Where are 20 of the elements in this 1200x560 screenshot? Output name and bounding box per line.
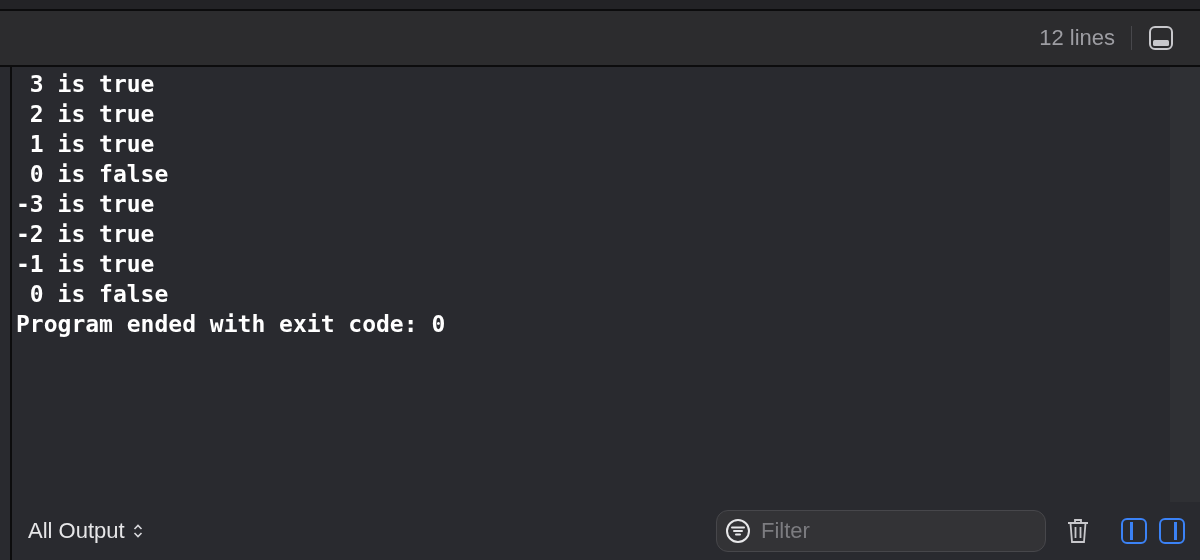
chevron-icon <box>132 523 143 539</box>
filter-icon <box>725 518 751 544</box>
output-line: -2 is true <box>16 220 155 249</box>
scroll-bar[interactable] <box>1170 67 1200 502</box>
output-selector[interactable]: All Output <box>28 518 143 544</box>
split-right-icon[interactable] <box>1158 517 1186 545</box>
output-line: Program ended with exit code: 0 <box>16 310 446 339</box>
output-line: -1 is true <box>16 250 155 279</box>
panel-toggle-icon[interactable] <box>1148 25 1174 51</box>
split-left-icon[interactable] <box>1120 517 1148 545</box>
filter-input[interactable]: Filter <box>759 517 1037 545</box>
output-line: -3 is true <box>16 190 155 219</box>
output-line: 2 is true <box>28 100 155 129</box>
output-line: 3 is true <box>28 70 155 99</box>
filter-field[interactable]: Filter <box>716 510 1046 552</box>
trash-icon[interactable] <box>1066 517 1090 545</box>
output-line: 0 is false <box>28 280 169 309</box>
output-line: 0 is false <box>28 160 169 189</box>
output-line: 1 is true <box>28 130 155 159</box>
line-count: 12 lines <box>1039 25 1115 51</box>
